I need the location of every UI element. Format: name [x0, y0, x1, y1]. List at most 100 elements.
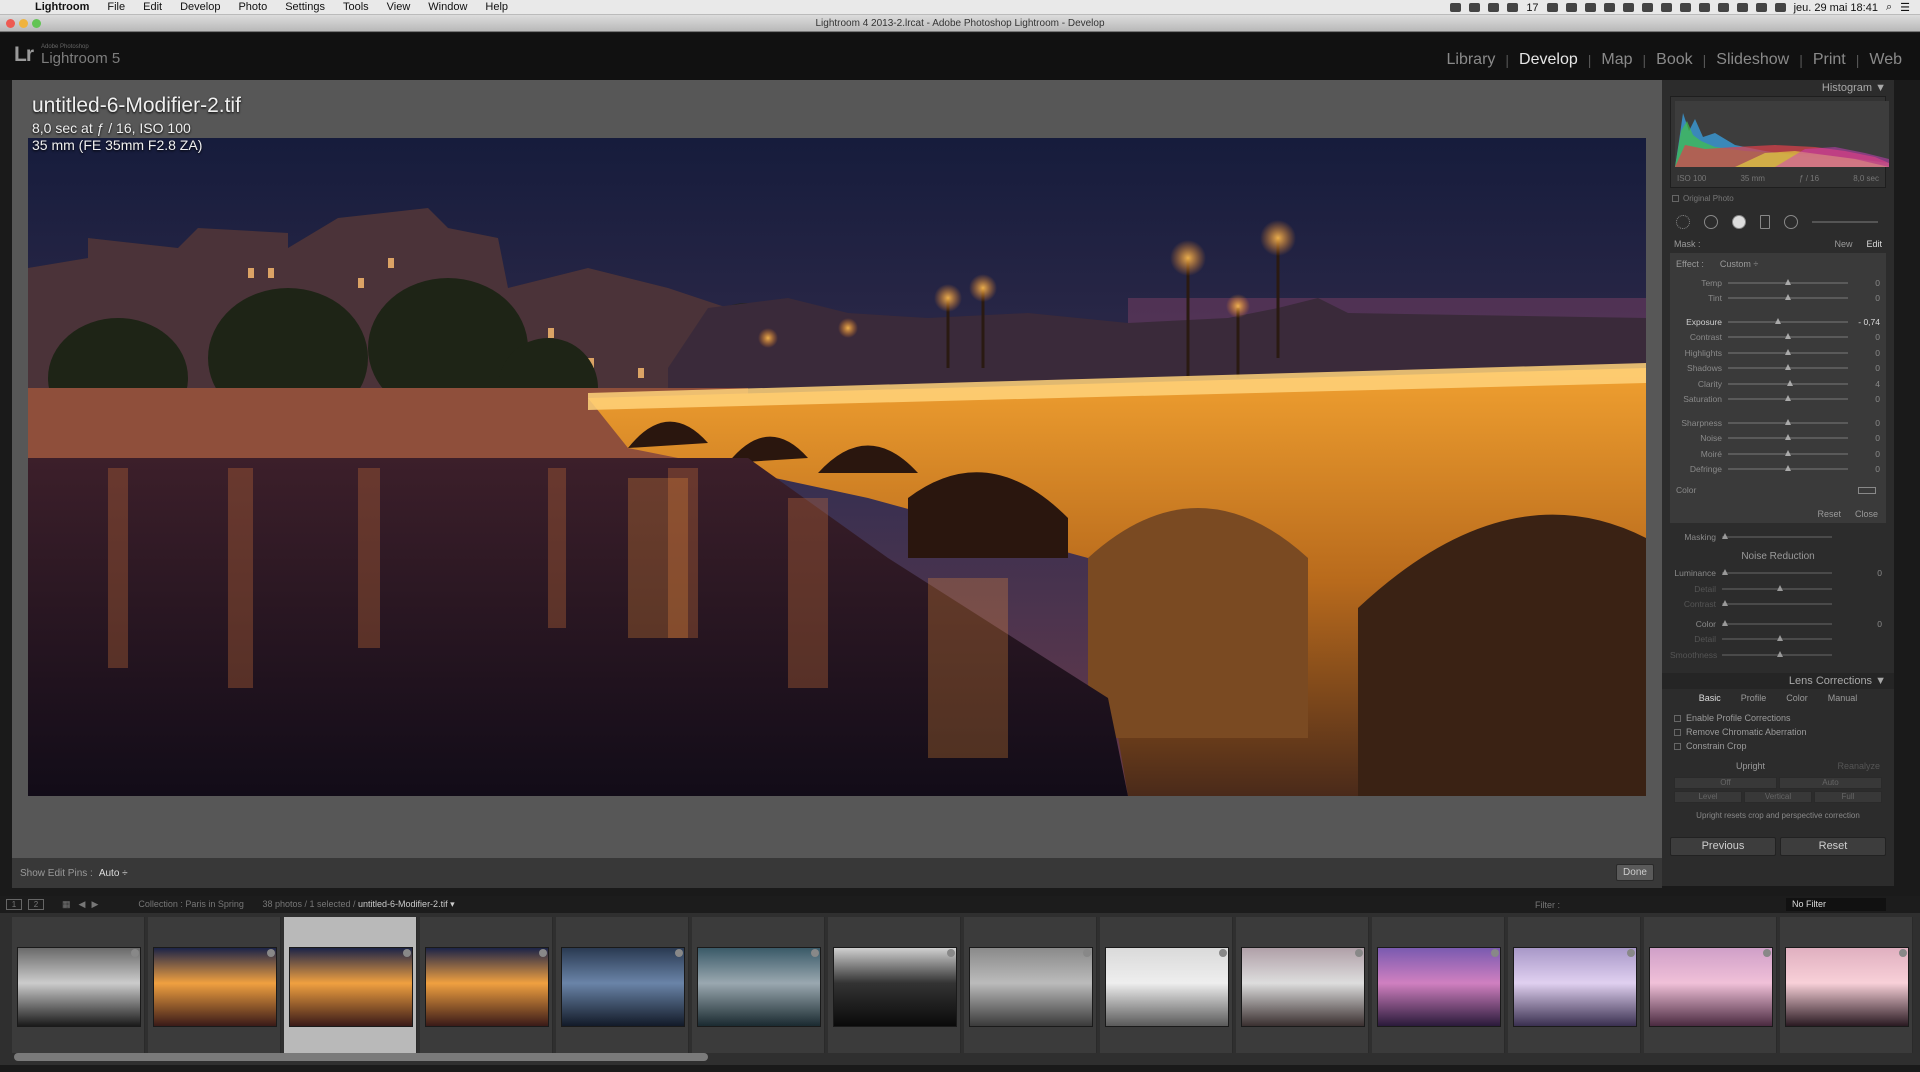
- spot-removal-icon[interactable]: [1704, 215, 1718, 229]
- brush-close-button[interactable]: Close: [1855, 509, 1878, 519]
- status-icon[interactable]: [1679, 3, 1691, 12]
- menu-photo[interactable]: Photo: [229, 1, 276, 13]
- slider-track[interactable]: [1722, 569, 1832, 576]
- status-icon[interactable]: [1641, 3, 1653, 12]
- masking-slider[interactable]: Masking: [1670, 529, 1886, 545]
- slider-track[interactable]: [1728, 395, 1848, 402]
- clock[interactable]: jeu. 29 mai 18:41: [1794, 2, 1878, 14]
- slider-knob[interactable]: [1785, 465, 1791, 472]
- checkbox[interactable]: [1674, 714, 1681, 722]
- wifi-icon[interactable]: [1717, 3, 1729, 12]
- spotlight-icon[interactable]: ⌕: [1886, 1, 1892, 14]
- back-arrow-icon[interactable]: ◀: [79, 899, 86, 910]
- slider-track[interactable]: [1722, 619, 1832, 626]
- module-print[interactable]: Print: [1803, 51, 1856, 69]
- status-icon[interactable]: [1698, 3, 1710, 12]
- histogram[interactable]: ISO 100 35 mm ƒ / 16 8,0 sec: [1670, 96, 1889, 188]
- slider-knob[interactable]: [1785, 449, 1791, 456]
- lens-tab-basic[interactable]: Basic: [1699, 693, 1721, 703]
- close-window-button[interactable]: [6, 19, 15, 28]
- nr-slider-detail[interactable]: Detail: [1670, 632, 1886, 648]
- status-icon[interactable]: [1450, 3, 1462, 12]
- menu-view[interactable]: View: [378, 1, 420, 13]
- filmstrip-cell[interactable]: [284, 917, 417, 1053]
- module-slideshow[interactable]: Slideshow: [1706, 51, 1799, 69]
- slider-saturation[interactable]: Saturation 0: [1670, 392, 1886, 408]
- status-icon[interactable]: [1660, 3, 1672, 12]
- module-library[interactable]: Library: [1437, 51, 1506, 69]
- slider-knob[interactable]: [1785, 418, 1791, 425]
- slider-track[interactable]: [1728, 278, 1848, 285]
- slider-knob[interactable]: [1785, 364, 1791, 371]
- cloud-icon[interactable]: [1507, 3, 1519, 12]
- slider-knob[interactable]: [1785, 333, 1791, 340]
- checkbox[interactable]: [1674, 742, 1681, 750]
- display-icon[interactable]: [1736, 3, 1748, 12]
- slider-track[interactable]: [1728, 379, 1848, 386]
- upright-full-button[interactable]: Full: [1814, 791, 1882, 803]
- slider-knob[interactable]: [1785, 395, 1791, 402]
- second-window-button[interactable]: 2: [28, 899, 44, 910]
- slider-sharpness[interactable]: Sharpness 0: [1670, 415, 1886, 431]
- slider-shadows[interactable]: Shadows 0: [1670, 361, 1886, 377]
- filmstrip-cell[interactable]: [692, 917, 825, 1053]
- brush-reset-button[interactable]: Reset: [1817, 509, 1841, 519]
- thumbnail-bridge-night-2[interactable]: [425, 947, 549, 1027]
- slider-track[interactable]: [1728, 434, 1848, 441]
- filmstrip-cell[interactable]: [1372, 917, 1505, 1053]
- slider-track[interactable]: [1722, 600, 1832, 607]
- thumbnail-lamp-dusk[interactable]: [1513, 947, 1637, 1027]
- slider-knob[interactable]: [1777, 635, 1783, 642]
- constrain-crop-row[interactable]: Constrain Crop: [1662, 739, 1894, 753]
- graduated-filter-icon[interactable]: [1760, 215, 1770, 229]
- effect-select[interactable]: Custom ÷: [1720, 259, 1758, 269]
- slider-knob[interactable]: [1777, 650, 1783, 657]
- mask-new-button[interactable]: New: [1834, 239, 1852, 249]
- thumbnail-notre-dame-purple[interactable]: [1377, 947, 1501, 1027]
- thumbnail-notre-dame-cloud[interactable]: [1241, 947, 1365, 1027]
- original-photo-checkbox[interactable]: [1672, 195, 1679, 202]
- nr-slider-detail[interactable]: Detail: [1670, 581, 1886, 597]
- thumbnail-tunnel-arch[interactable]: [833, 947, 957, 1027]
- slider-track[interactable]: [1728, 364, 1848, 371]
- filmstrip-cell[interactable]: [964, 917, 1097, 1053]
- folder-icon[interactable]: [1565, 3, 1577, 12]
- histogram-header[interactable]: Histogram ▼: [1662, 80, 1894, 96]
- grid-icon[interactable]: ▦: [62, 899, 71, 910]
- notification-icon[interactable]: ☰: [1900, 1, 1910, 14]
- slider-knob[interactable]: [1785, 434, 1791, 441]
- slider-track[interactable]: [1728, 333, 1848, 340]
- menu-edit[interactable]: Edit: [134, 1, 171, 13]
- status-icon[interactable]: [1584, 3, 1596, 12]
- done-button[interactable]: Done: [1616, 864, 1654, 881]
- module-map[interactable]: Map: [1591, 51, 1642, 69]
- slider-track[interactable]: [1722, 584, 1832, 591]
- adjustment-brush-icon[interactable]: [1812, 221, 1878, 223]
- status-icon[interactable]: [1622, 3, 1634, 12]
- status-icon[interactable]: [1469, 3, 1481, 12]
- menu-lightroom[interactable]: Lightroom: [26, 1, 98, 13]
- main-photo[interactable]: [28, 138, 1646, 796]
- status-icon[interactable]: [1546, 3, 1558, 12]
- remove-ca-row[interactable]: Remove Chromatic Aberration: [1662, 725, 1894, 739]
- thumbnail-notre-dame-mono[interactable]: [969, 947, 1093, 1027]
- slider-knob[interactable]: [1785, 348, 1791, 355]
- status-icon[interactable]: [1603, 3, 1615, 12]
- thumbnail-institut-dusk[interactable]: [697, 947, 821, 1027]
- thumbnail-bridge-pink[interactable]: [1649, 947, 1773, 1027]
- thumbnail-notre-dame-day[interactable]: [1105, 947, 1229, 1027]
- status-icon[interactable]: [1488, 3, 1500, 12]
- thumbnail-bridge-bw[interactable]: [17, 947, 141, 1027]
- upright-off-button[interactable]: Off: [1674, 777, 1777, 789]
- lens-tab-color[interactable]: Color: [1786, 693, 1808, 703]
- radial-filter-icon[interactable]: [1784, 215, 1798, 229]
- filmstrip-cell[interactable]: [148, 917, 281, 1053]
- nr-slider-contrast[interactable]: Contrast: [1670, 597, 1886, 613]
- filmstrip-cell[interactable]: [828, 917, 961, 1053]
- photo-canvas[interactable]: [28, 138, 1646, 796]
- upright-level-button[interactable]: Level: [1674, 791, 1742, 803]
- thumbnail-bridge-night-1[interactable]: [153, 947, 277, 1027]
- slider-clarity[interactable]: Clarity 4: [1670, 376, 1886, 392]
- menu-tools[interactable]: Tools: [334, 1, 378, 13]
- lens-tab-profile[interactable]: Profile: [1741, 693, 1767, 703]
